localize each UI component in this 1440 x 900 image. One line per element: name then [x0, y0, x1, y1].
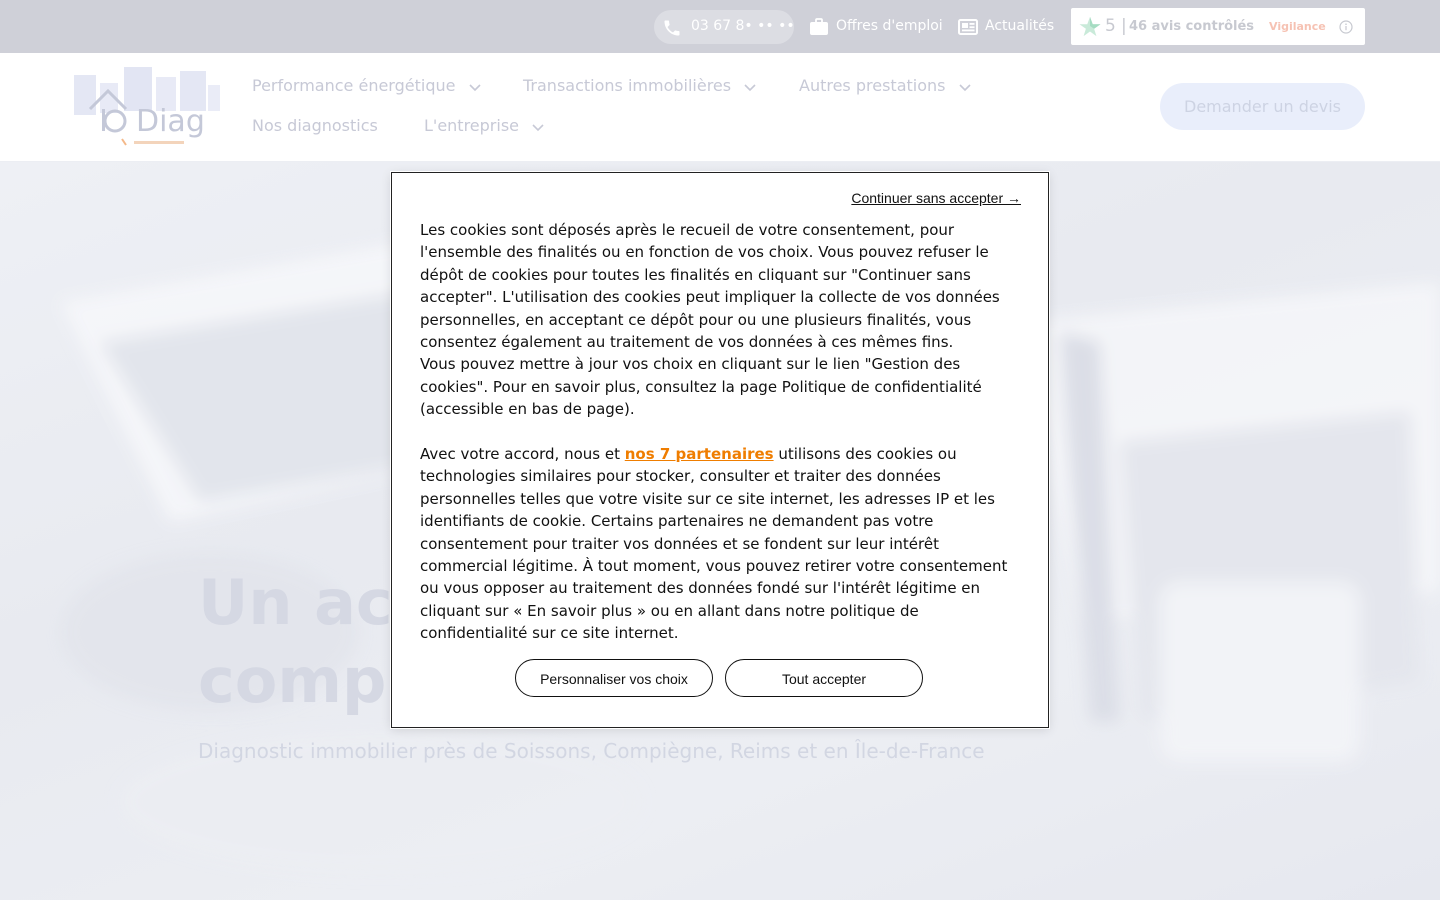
jobs-label: Offres d'emploi: [836, 18, 943, 34]
chevron-down-icon: [532, 117, 544, 136]
site-logo[interactable]: Diag: [74, 65, 220, 149]
briefcase-icon: [809, 18, 829, 40]
cookie-paragraph-3-start: Avec votre accord, nous et: [420, 445, 625, 464]
nav-l-entreprise[interactable]: L'entreprise: [424, 116, 544, 136]
newspaper-icon: [958, 18, 978, 40]
chevron-down-icon: [468, 77, 481, 96]
continue-without-accepting-link[interactable]: Continuer sans accepter →: [851, 190, 1021, 206]
chevron-down-icon: [959, 77, 971, 96]
nav-label: Performance énergétique: [252, 76, 456, 95]
main-navigation: Diag Performance énergétique Transaction…: [0, 53, 1440, 162]
nav-autres-prestations[interactable]: Autres prestations: [799, 76, 971, 96]
phone-icon: [662, 18, 682, 42]
request-quote-button[interactable]: Demander un devis: [1160, 83, 1365, 130]
cookie-paragraph-1: Les cookies sont déposés après le recuei…: [420, 221, 1000, 352]
accept-all-button[interactable]: Tout accepter: [725, 659, 923, 697]
star-icon: [1079, 16, 1101, 41]
vigilance-badge: Vigilance: [1269, 20, 1326, 33]
nav-transactions-immobilieres[interactable]: Transactions immobilières: [523, 76, 756, 96]
nav-label: L'entreprise: [424, 116, 519, 135]
nav-label: Nos diagnostics: [252, 116, 378, 135]
customize-choices-button[interactable]: Personnaliser vos choix: [515, 659, 713, 697]
top-bar: 03 67 8• •• •• Offres d'emploi Actualité…: [0, 0, 1440, 53]
nav-nos-diagnostics[interactable]: Nos diagnostics: [252, 116, 378, 135]
cookie-consent-text: Les cookies sont déposés après le recuei…: [420, 219, 1022, 645]
phone-button[interactable]: 03 67 8• •• ••: [654, 10, 795, 44]
phone-number: 03 67 8• •• ••: [691, 18, 795, 34]
review-score: 5: [1105, 16, 1116, 36]
cookie-paragraph-3-end: utilisons des cookies ou technologies si…: [420, 445, 1008, 643]
nav-performance-energetique[interactable]: Performance énergétique: [252, 76, 481, 96]
cookie-paragraph-3: Avec votre accord, nous et nos 7 partena…: [420, 443, 1022, 645]
nav-label: Autres prestations: [799, 76, 946, 95]
cookie-paragraph-2: Vous pouvez mettre à jour vos choix en c…: [420, 355, 982, 419]
partners-link[interactable]: nos 7 partenaires: [625, 445, 774, 463]
cookie-consent-dialog: Continuer sans accepter → Les cookies so…: [391, 172, 1049, 728]
review-count: 46 avis contrôlés: [1129, 19, 1255, 34]
info-icon[interactable]: [1339, 19, 1353, 38]
reviews-widget[interactable]: 5 | 46 avis contrôlés Vigilance: [1071, 8, 1365, 45]
nav-label: Transactions immobilières: [523, 76, 732, 95]
logo-text: Diag: [136, 104, 205, 139]
review-separator: |: [1121, 16, 1127, 36]
hero-subtitle: Diagnostic immobilier près de Soissons, …: [198, 739, 985, 763]
chevron-down-icon: [744, 77, 756, 96]
news-label: Actualités: [985, 18, 1055, 34]
